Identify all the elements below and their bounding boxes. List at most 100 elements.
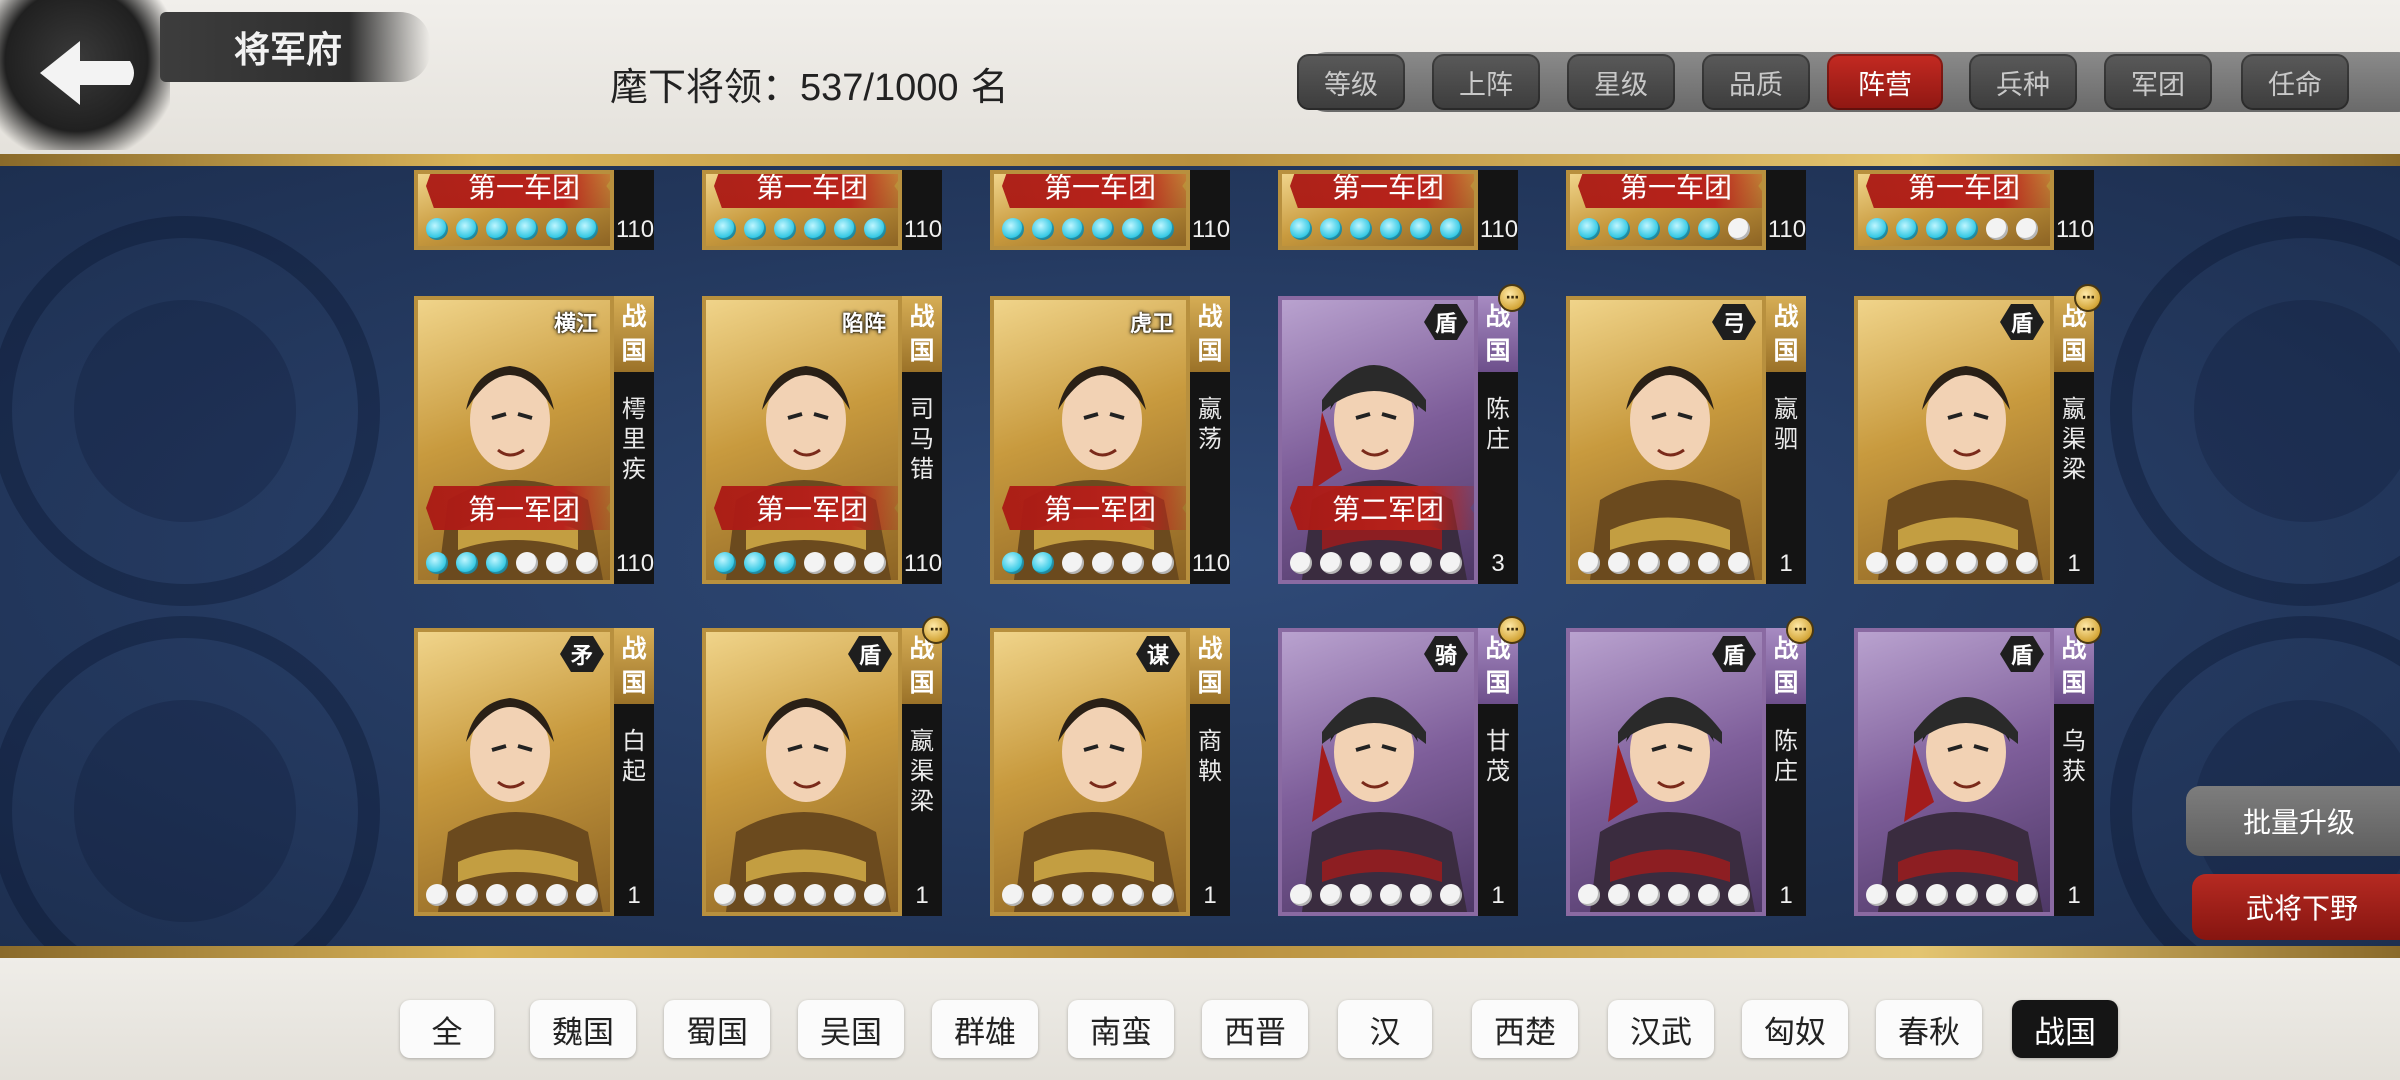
star-icon [2016, 552, 2038, 574]
more-options-icon[interactable]: ··· [2074, 284, 2102, 312]
sort-tab-5[interactable]: 兵种 [1969, 54, 2077, 110]
faction-filter-8[interactable]: 西楚 [1472, 1000, 1578, 1058]
star-icon [1608, 884, 1630, 906]
batch-upgrade-button[interactable]: 批量升级 [2186, 786, 2400, 856]
emblem-decoration [2110, 216, 2400, 606]
general-card[interactable]: 盾战国 嬴渠梁 1 ··· [1854, 284, 2102, 584]
general-portrait [1570, 632, 1762, 912]
faction-filter-7[interactable]: 汉 [1338, 1000, 1432, 1058]
general-name: 乌获 [2062, 727, 2086, 785]
star-icon [1638, 552, 1660, 574]
star-rating [1866, 552, 2038, 574]
star-icon [1608, 552, 1630, 574]
star-icon [1698, 884, 1720, 906]
star-icon [576, 884, 598, 906]
star-icon [426, 218, 448, 240]
star-icon [1002, 884, 1024, 906]
more-options-icon[interactable]: ··· [922, 616, 950, 644]
star-icon [516, 218, 538, 240]
general-level: 1 [1779, 550, 1793, 577]
general-card[interactable]: 第一车团 110 [1278, 170, 1518, 250]
general-level: 110 [615, 550, 655, 577]
sort-tab-2[interactable]: 星级 [1567, 54, 1675, 110]
general-card[interactable]: 谋战国 商鞅 1 [990, 628, 1230, 916]
star-rating [1866, 884, 2038, 906]
general-portrait [1858, 300, 2050, 580]
faction-filter-2[interactable]: 蜀国 [664, 1000, 770, 1058]
general-portrait-frame: 第一车团 [1278, 170, 1478, 250]
legion-label: 第一车团 [426, 174, 610, 208]
sort-tab-1[interactable]: 上阵 [1432, 54, 1540, 110]
general-name: 嬴渠梁 [2062, 395, 2086, 483]
general-card[interactable]: 盾战国 陈庄 1 ··· [1566, 616, 1814, 916]
star-icon [1866, 884, 1888, 906]
faction-filter-5[interactable]: 南蛮 [1068, 1000, 1174, 1058]
general-card[interactable]: 矛战国 白起 1 [414, 628, 654, 916]
general-name: 商鞅 [1198, 727, 1222, 785]
general-card[interactable]: 骑战国 甘茂 1 ··· [1278, 616, 1526, 916]
general-portrait-frame: 陷阵 第一军团 [702, 296, 902, 584]
general-info-strip: 110 [1766, 170, 1806, 250]
general-card[interactable]: 横江 第一军团 战国 樗里疾 110 [414, 296, 654, 584]
dismiss-general-button[interactable]: 武将下野 [2192, 874, 2400, 940]
general-info-strip: 战国 嬴渠梁 1 [902, 628, 942, 916]
general-portrait-frame: 弓 [1566, 296, 1766, 584]
general-card[interactable]: 盾战国 乌获 1 ··· [1854, 616, 2102, 916]
star-icon [546, 884, 568, 906]
star-icon [486, 218, 508, 240]
star-rating [1578, 884, 1750, 906]
more-options-icon[interactable]: ··· [1498, 284, 1526, 312]
more-options-icon[interactable]: ··· [1498, 616, 1526, 644]
general-info-strip: 110 [902, 170, 942, 250]
star-icon [576, 552, 598, 574]
faction-filter-1[interactable]: 魏国 [530, 1000, 636, 1058]
faction-label: 战国 [902, 296, 942, 372]
emblem-decoration [0, 216, 380, 606]
faction-filter-9[interactable]: 汉武 [1608, 1000, 1714, 1058]
general-card[interactable]: 第一车团 110 [702, 170, 942, 250]
general-info-strip: 战国 甘茂 1 [1478, 628, 1518, 916]
general-card[interactable]: 第一车团 110 [1566, 170, 1806, 250]
general-level: 1 [627, 882, 641, 909]
sort-tab-4[interactable]: 阵营 [1827, 54, 1943, 110]
general-name: 樗里疾 [622, 395, 646, 483]
star-icon [2016, 218, 2038, 240]
general-card[interactable]: 第一车团 110 [414, 170, 654, 250]
general-card[interactable]: 弓战国 嬴驷 1 [1566, 296, 1806, 584]
general-card[interactable]: 盾第二军团 战国 陈庄 3 ··· [1278, 284, 1526, 584]
more-options-icon[interactable]: ··· [1786, 616, 1814, 644]
general-card[interactable]: 第一车团 110 [990, 170, 1230, 250]
star-icon [1122, 218, 1144, 240]
star-icon [1440, 552, 1462, 574]
general-portrait-frame: 第一车团 [990, 170, 1190, 250]
faction-label: 战国 [1766, 296, 1806, 372]
faction-filter-11[interactable]: 春秋 [1876, 1000, 1982, 1058]
star-icon [2016, 884, 2038, 906]
sort-tab-3[interactable]: 品质 [1702, 54, 1810, 110]
star-icon [1866, 552, 1888, 574]
star-icon [516, 884, 538, 906]
general-portrait-frame: 第一车团 [1854, 170, 2054, 250]
general-card[interactable]: 第一车团 110 [1854, 170, 2094, 250]
star-icon [1350, 552, 1372, 574]
star-icon [1062, 218, 1084, 240]
faction-filter-4[interactable]: 群雄 [932, 1000, 1038, 1058]
general-card[interactable]: 虎卫 第一军团 战国 嬴荡 110 [990, 296, 1230, 584]
sort-tab-0[interactable]: 等级 [1297, 54, 1405, 110]
general-card[interactable]: 盾战国 嬴渠梁 1 ··· [702, 616, 950, 916]
sort-tab-6[interactable]: 军团 [2104, 54, 2212, 110]
star-rating [1578, 552, 1750, 574]
general-portrait [706, 300, 898, 580]
general-card[interactable]: 陷阵 第一军团 战国 司马错 110 [702, 296, 942, 584]
back-button[interactable] [0, 0, 170, 150]
faction-filter-12[interactable]: 战国 [2012, 1000, 2118, 1058]
faction-filter-3[interactable]: 吴国 [798, 1000, 904, 1058]
star-icon [1896, 884, 1918, 906]
faction-filter-6[interactable]: 西晋 [1202, 1000, 1308, 1058]
star-icon [1122, 552, 1144, 574]
sort-tab-7[interactable]: 任命 [2241, 54, 2349, 110]
faction-filter-0[interactable]: 全 [400, 1000, 494, 1058]
star-icon [774, 218, 796, 240]
faction-filter-10[interactable]: 匈奴 [1742, 1000, 1848, 1058]
more-options-icon[interactable]: ··· [2074, 616, 2102, 644]
